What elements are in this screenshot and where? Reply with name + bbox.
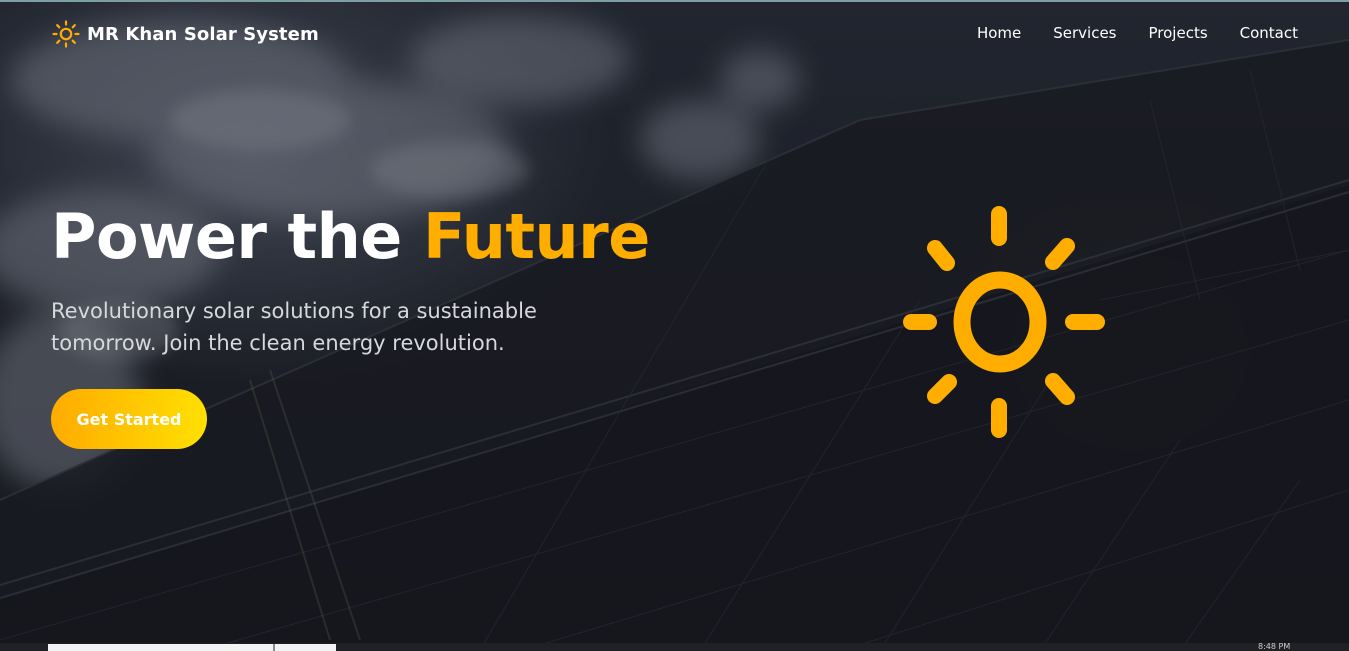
- sun-icon: [903, 206, 1105, 438]
- hero-subtitle: Revolutionary solar solutions for a sust…: [51, 299, 537, 355]
- taskbar-divider: [273, 644, 275, 651]
- hero-title: Power the Future: [51, 200, 650, 273]
- get-started-button[interactable]: Get Started: [51, 389, 207, 449]
- brand-name: MR Khan Solar System: [87, 23, 319, 45]
- taskbar-clock: 8:48 PM: [1258, 643, 1291, 651]
- nav-link-services[interactable]: Services: [1053, 24, 1116, 42]
- brand-logo[interactable]: MR Khan Solar System: [51, 19, 319, 49]
- nav-link-projects[interactable]: Projects: [1149, 24, 1208, 42]
- hero-title-accent: Future: [422, 200, 650, 273]
- nav-link-contact[interactable]: Contact: [1240, 24, 1298, 42]
- hero-title-main: Power the: [51, 200, 402, 273]
- sun-icon: [52, 20, 80, 48]
- hero-page: MR Khan Solar System Home Services Proje…: [0, 0, 1349, 651]
- nav-links: Home Services Projects Contact: [977, 24, 1298, 42]
- taskbar-window-preview[interactable]: [48, 644, 336, 651]
- nav-link-home[interactable]: Home: [977, 24, 1021, 42]
- top-navbar: MR Khan Solar System Home Services Proje…: [0, 0, 1349, 70]
